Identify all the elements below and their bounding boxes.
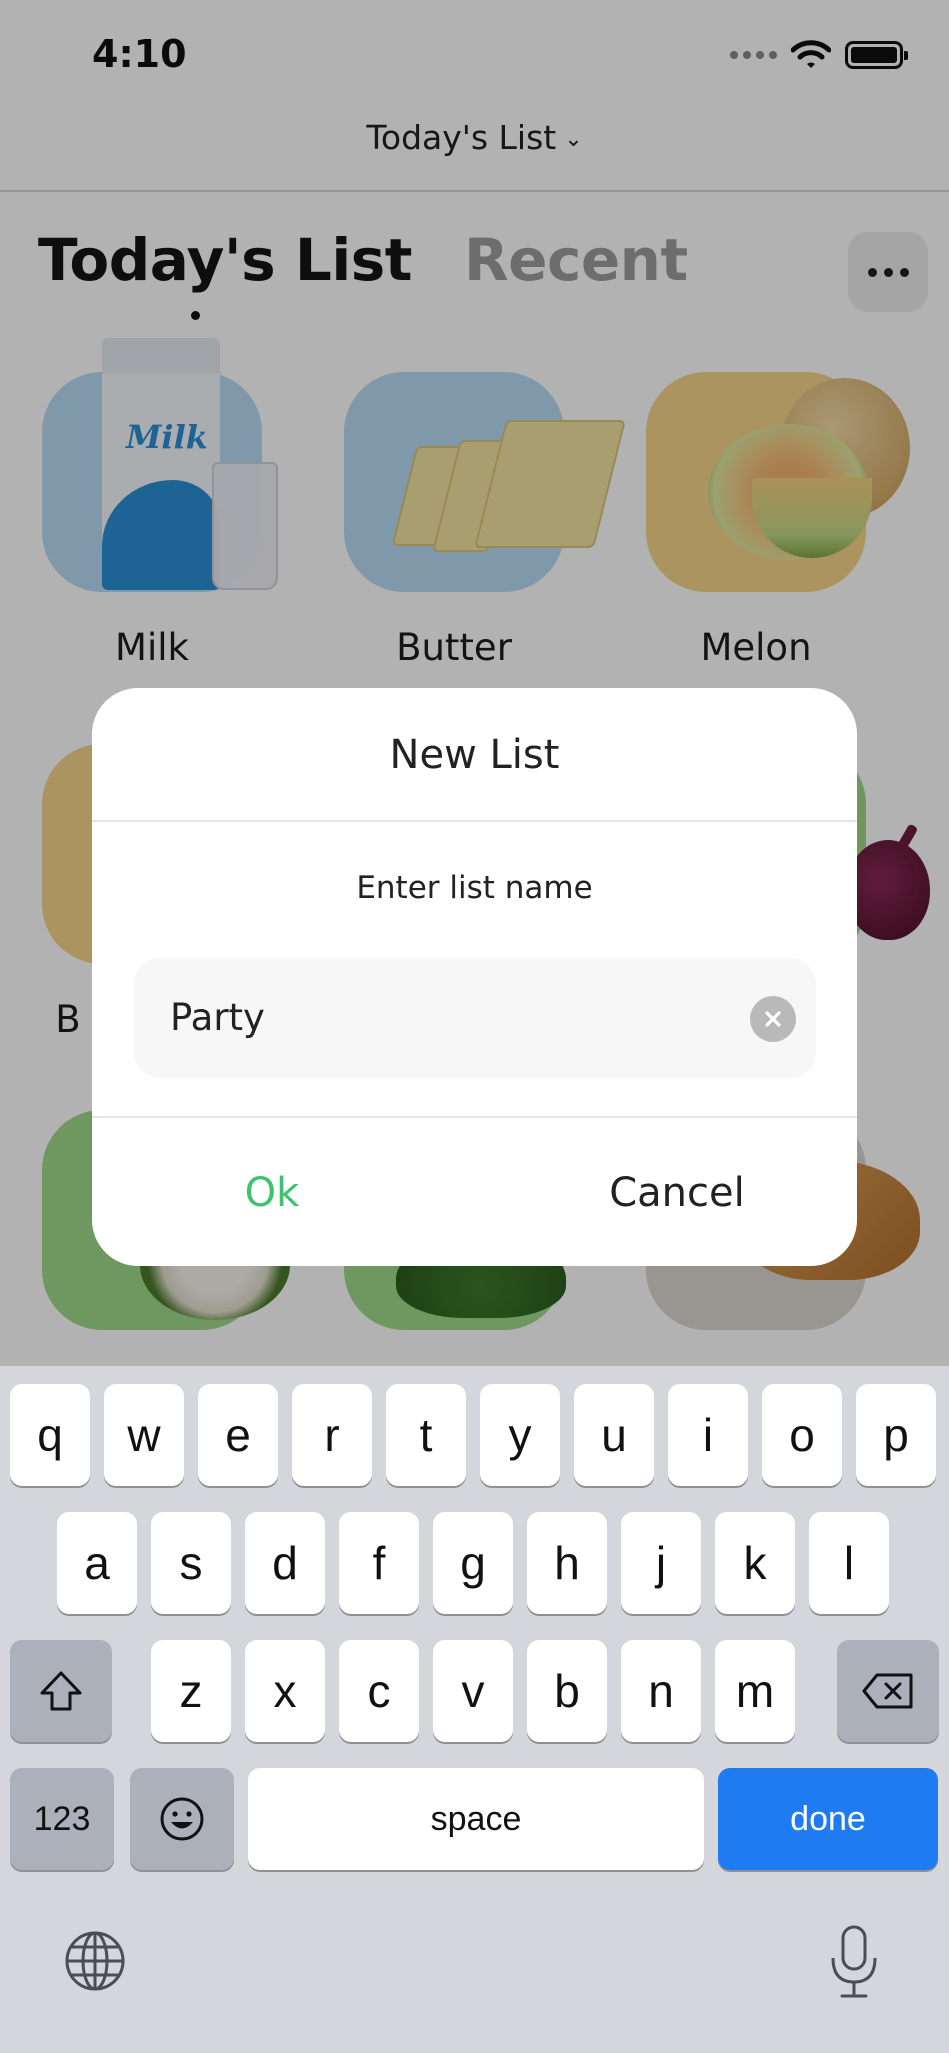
divider bbox=[92, 820, 857, 822]
key-q[interactable]: q bbox=[10, 1384, 90, 1486]
key-s[interactable]: s bbox=[151, 1512, 231, 1614]
key-y[interactable]: y bbox=[480, 1384, 560, 1486]
key-t[interactable]: t bbox=[386, 1384, 466, 1486]
key-x[interactable]: x bbox=[245, 1640, 325, 1742]
key-p[interactable]: p bbox=[856, 1384, 936, 1486]
divider bbox=[92, 1116, 857, 1118]
dialog-title: New List bbox=[389, 732, 560, 778]
key-h[interactable]: h bbox=[527, 1512, 607, 1614]
key-w[interactable]: w bbox=[104, 1384, 184, 1486]
close-icon bbox=[765, 1011, 781, 1027]
clear-text-button[interactable] bbox=[750, 996, 796, 1042]
key-g[interactable]: g bbox=[433, 1512, 513, 1614]
cancel-button[interactable]: Cancel bbox=[552, 1170, 802, 1216]
delete-key[interactable] bbox=[837, 1640, 939, 1742]
key-c[interactable]: c bbox=[339, 1640, 419, 1742]
key-i[interactable]: i bbox=[668, 1384, 748, 1486]
key-a[interactable]: a bbox=[57, 1512, 137, 1614]
globe-icon[interactable] bbox=[64, 1930, 126, 1992]
key-u[interactable]: u bbox=[574, 1384, 654, 1486]
key-l[interactable]: l bbox=[809, 1512, 889, 1614]
key-f[interactable]: f bbox=[339, 1512, 419, 1614]
space-key[interactable]: space bbox=[248, 1768, 704, 1870]
key-z[interactable]: z bbox=[151, 1640, 231, 1742]
key-b[interactable]: b bbox=[527, 1640, 607, 1742]
key-j[interactable]: j bbox=[621, 1512, 701, 1614]
backspace-icon bbox=[862, 1673, 913, 1709]
keyboard: q w e r t y u i o p a s d f g h j k l z … bbox=[0, 1366, 949, 2053]
key-m[interactable]: m bbox=[715, 1640, 795, 1742]
shift-icon bbox=[40, 1671, 82, 1711]
microphone-icon[interactable] bbox=[828, 1924, 880, 2000]
ok-button[interactable]: Ok bbox=[192, 1170, 352, 1216]
numbers-key[interactable]: 123 bbox=[10, 1768, 114, 1870]
key-o[interactable]: o bbox=[762, 1384, 842, 1486]
key-k[interactable]: k bbox=[715, 1512, 795, 1614]
key-d[interactable]: d bbox=[245, 1512, 325, 1614]
shift-key[interactable] bbox=[10, 1640, 112, 1742]
emoji-icon bbox=[160, 1797, 204, 1841]
key-n[interactable]: n bbox=[621, 1640, 701, 1742]
list-name-value: Party bbox=[170, 996, 265, 1039]
list-name-input[interactable]: Party bbox=[134, 958, 816, 1078]
key-r[interactable]: r bbox=[292, 1384, 372, 1486]
emoji-key[interactable] bbox=[130, 1768, 234, 1870]
done-key[interactable]: done bbox=[718, 1768, 938, 1870]
dialog-prompt: Enter list name bbox=[356, 870, 593, 906]
key-e[interactable]: e bbox=[198, 1384, 278, 1486]
new-list-dialog: New List Enter list name Party Ok Cancel bbox=[92, 688, 857, 1266]
key-v[interactable]: v bbox=[433, 1640, 513, 1742]
